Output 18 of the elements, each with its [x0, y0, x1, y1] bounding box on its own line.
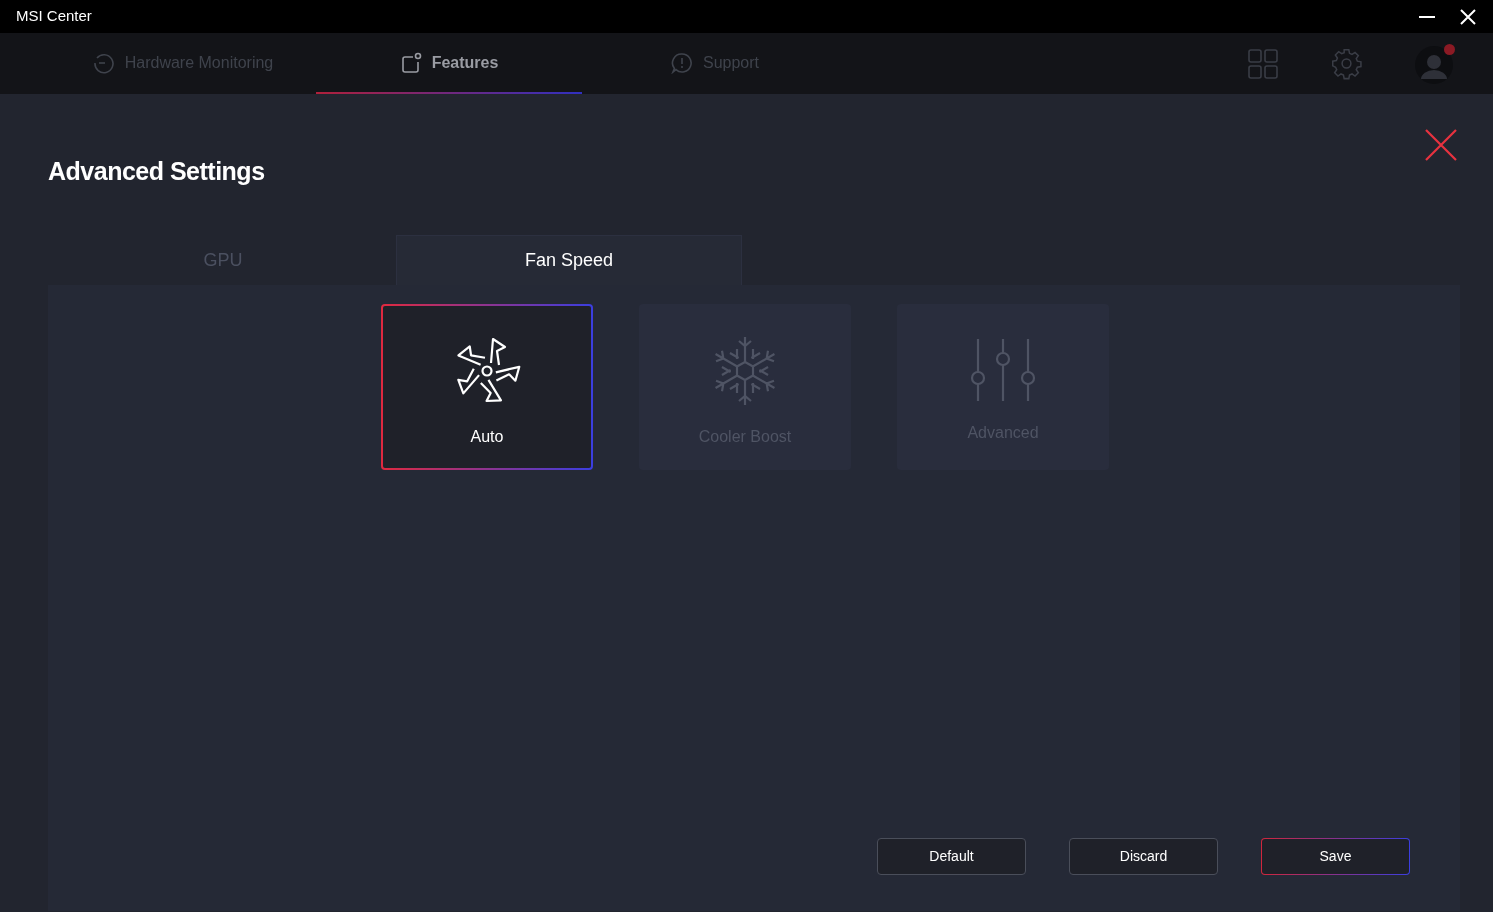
- square-with-dot-icon: [399, 51, 422, 74]
- gauge-icon: [92, 51, 115, 74]
- nav-tab[interactable]: Features: [316, 33, 582, 94]
- window-title: MSI Center: [16, 6, 92, 27]
- mode-card[interactable]: Auto: [381, 304, 593, 470]
- minimize-icon: [1419, 15, 1435, 18]
- sub-tab[interactable]: Fan Speed: [396, 235, 742, 285]
- exclamation-bubble-icon: [670, 51, 693, 74]
- avatar-icon[interactable]: [1415, 43, 1453, 84]
- close-icon: [1459, 8, 1477, 27]
- page-title: Advanced Settings: [48, 156, 265, 187]
- minimize-button[interactable]: [1419, 15, 1435, 18]
- action-button[interactable]: Discard: [1069, 838, 1218, 875]
- action-button[interactable]: Save: [1261, 838, 1410, 875]
- mode-label: Auto: [470, 426, 504, 447]
- snowflake-icon: [712, 334, 778, 407]
- sliders-icon: [970, 338, 1036, 403]
- action-button[interactable]: Default: [877, 838, 1026, 875]
